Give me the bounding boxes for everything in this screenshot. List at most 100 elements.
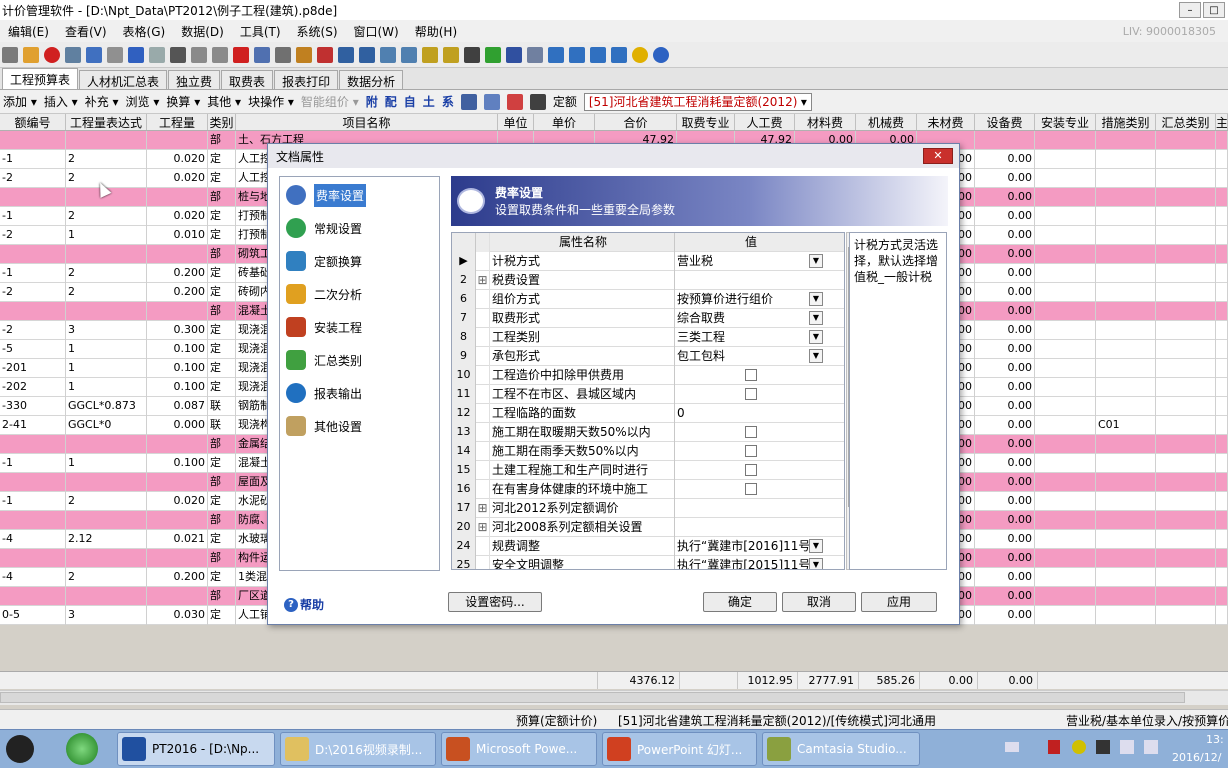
property-value[interactable] (675, 385, 825, 404)
apply-button[interactable]: 应用 (861, 592, 937, 612)
property-row[interactable]: 14 施工期在雨季天数50%以内 (452, 441, 844, 461)
task-slideshow[interactable]: PowerPoint 幻灯... (602, 732, 757, 766)
grid-cell[interactable]: 定 (208, 282, 236, 302)
grid-cell[interactable] (1035, 529, 1096, 549)
keyboard-icon[interactable] (1005, 742, 1019, 752)
grid-cell[interactable] (1216, 548, 1228, 568)
checkbox[interactable] (745, 482, 757, 495)
grid-cell[interactable]: -330 (0, 396, 66, 416)
menu-view[interactable]: 查看(V) (57, 23, 115, 40)
grid-cell[interactable]: -2 (0, 225, 66, 245)
property-value[interactable] (675, 518, 825, 537)
qq-icon[interactable] (632, 46, 648, 63)
expand-icon[interactable] (476, 479, 490, 499)
grid-cell[interactable]: -1 (0, 491, 66, 511)
block-operation-button[interactable]: 块操作 ▾ (248, 93, 294, 110)
grid-cell[interactable]: 2 (66, 149, 147, 169)
paste-icon[interactable] (212, 46, 228, 63)
grid-cell[interactable] (1156, 149, 1216, 169)
grid-cell[interactable] (1035, 491, 1096, 511)
grid-cell[interactable] (1216, 434, 1228, 454)
nav-other[interactable]: 其他设置 (286, 410, 362, 442)
grid-cell[interactable]: 1 (66, 358, 147, 378)
col-measure-category[interactable]: 措施类别 (1096, 114, 1156, 130)
expand-icon[interactable] (476, 289, 490, 309)
property-value[interactable] (675, 442, 825, 461)
print-icon[interactable] (107, 46, 123, 63)
grid-cell[interactable] (1096, 510, 1156, 530)
level-up-icon[interactable] (338, 46, 354, 63)
list-icon[interactable] (529, 93, 546, 110)
grid-cell[interactable]: 1 (66, 225, 147, 245)
refresh-icon[interactable] (485, 46, 501, 63)
col-fee-specialty[interactable]: 取费专业 (677, 114, 735, 130)
cascade-icon[interactable] (569, 46, 585, 63)
grid-cell[interactable]: 0.00 (975, 149, 1035, 169)
grid-cell[interactable]: 部 (208, 434, 236, 454)
grid-cell[interactable]: 0.00 (975, 586, 1035, 606)
grid-cell[interactable] (1156, 529, 1216, 549)
grid-cell[interactable]: 0.00 (975, 377, 1035, 397)
grid-cell[interactable] (1216, 377, 1228, 397)
chevron-down-icon[interactable]: ▼ (809, 329, 823, 344)
grid-cell[interactable] (147, 472, 208, 492)
grid-cell[interactable]: 0.00 (975, 244, 1035, 264)
grid-cell[interactable]: -1 (0, 263, 66, 283)
grid-cell[interactable] (0, 548, 66, 568)
col-quantity[interactable]: 工程量 (147, 114, 208, 130)
nav-summary[interactable]: 汇总类别 (286, 344, 362, 376)
grid-cell[interactable] (1096, 339, 1156, 359)
grid-cell[interactable]: 0.020 (147, 149, 208, 169)
convert-button[interactable]: 换算 ▾ (166, 93, 200, 110)
scrollbar-thumb[interactable] (0, 692, 1185, 703)
grid-cell[interactable] (1156, 187, 1216, 207)
grid-cell[interactable] (1156, 339, 1216, 359)
grid-cell[interactable] (1216, 149, 1228, 169)
grid-cell[interactable] (1096, 567, 1156, 587)
grid-cell[interactable] (1096, 320, 1156, 340)
grid-cell[interactable] (0, 586, 66, 606)
col-unpriced-material[interactable]: 未材费 (917, 114, 975, 130)
browse-button[interactable]: 浏览 ▾ (126, 93, 160, 110)
copy-icon[interactable] (191, 46, 207, 63)
grid-cell[interactable] (66, 472, 147, 492)
grid-cell[interactable] (0, 510, 66, 530)
grid-cell[interactable] (1035, 586, 1096, 606)
document-icon[interactable] (65, 46, 81, 63)
menu-window[interactable]: 窗口(W) (346, 23, 407, 40)
grid-cell[interactable]: -1 (0, 206, 66, 226)
grid-cell[interactable] (1035, 510, 1096, 530)
expand-icon[interactable] (476, 441, 490, 461)
tab-labor-summary[interactable]: 人材机汇总表 (79, 70, 168, 89)
col-install-specialty[interactable]: 安装专业 (1035, 114, 1096, 130)
grid-cell[interactable]: 0.100 (147, 358, 208, 378)
grid-cell[interactable]: 定 (208, 358, 236, 378)
grid-cell[interactable]: 0.00 (975, 567, 1035, 587)
col-summary-category[interactable]: 汇总类别 (1156, 114, 1216, 130)
property-value[interactable]: 0 (675, 404, 825, 423)
grid-cell[interactable]: 0.020 (147, 168, 208, 188)
expand-icon[interactable] (476, 422, 490, 442)
grid-cell[interactable] (1035, 339, 1096, 359)
table-icon[interactable] (483, 93, 500, 110)
grid-cell[interactable] (1035, 301, 1096, 321)
self-button[interactable]: 自 (404, 93, 416, 110)
grid-cell[interactable] (1035, 131, 1096, 150)
grid-cell[interactable] (1216, 472, 1228, 492)
grid-cell[interactable] (66, 510, 147, 530)
grid-cell[interactable]: 0.020 (147, 491, 208, 511)
grid-cell[interactable] (1096, 225, 1156, 245)
grid-cell[interactable]: 0.00 (975, 396, 1035, 416)
grid-cell[interactable] (1096, 263, 1156, 283)
grid-cell[interactable] (1096, 187, 1156, 207)
property-row[interactable]: 11 工程不在市区、县城区域内 (452, 384, 844, 404)
expand-icon[interactable] (476, 365, 490, 385)
expand-icon[interactable] (476, 403, 490, 423)
grid-cell[interactable] (1035, 453, 1096, 473)
grid-cell[interactable] (1096, 396, 1156, 416)
col-unit[interactable]: 单位 (498, 114, 534, 130)
grid-cell[interactable]: 0.00 (975, 491, 1035, 511)
chart-icon[interactable] (548, 46, 564, 63)
grid-cell[interactable]: 0.00 (975, 472, 1035, 492)
property-value[interactable]: 综合取费 ▼ (675, 309, 825, 328)
